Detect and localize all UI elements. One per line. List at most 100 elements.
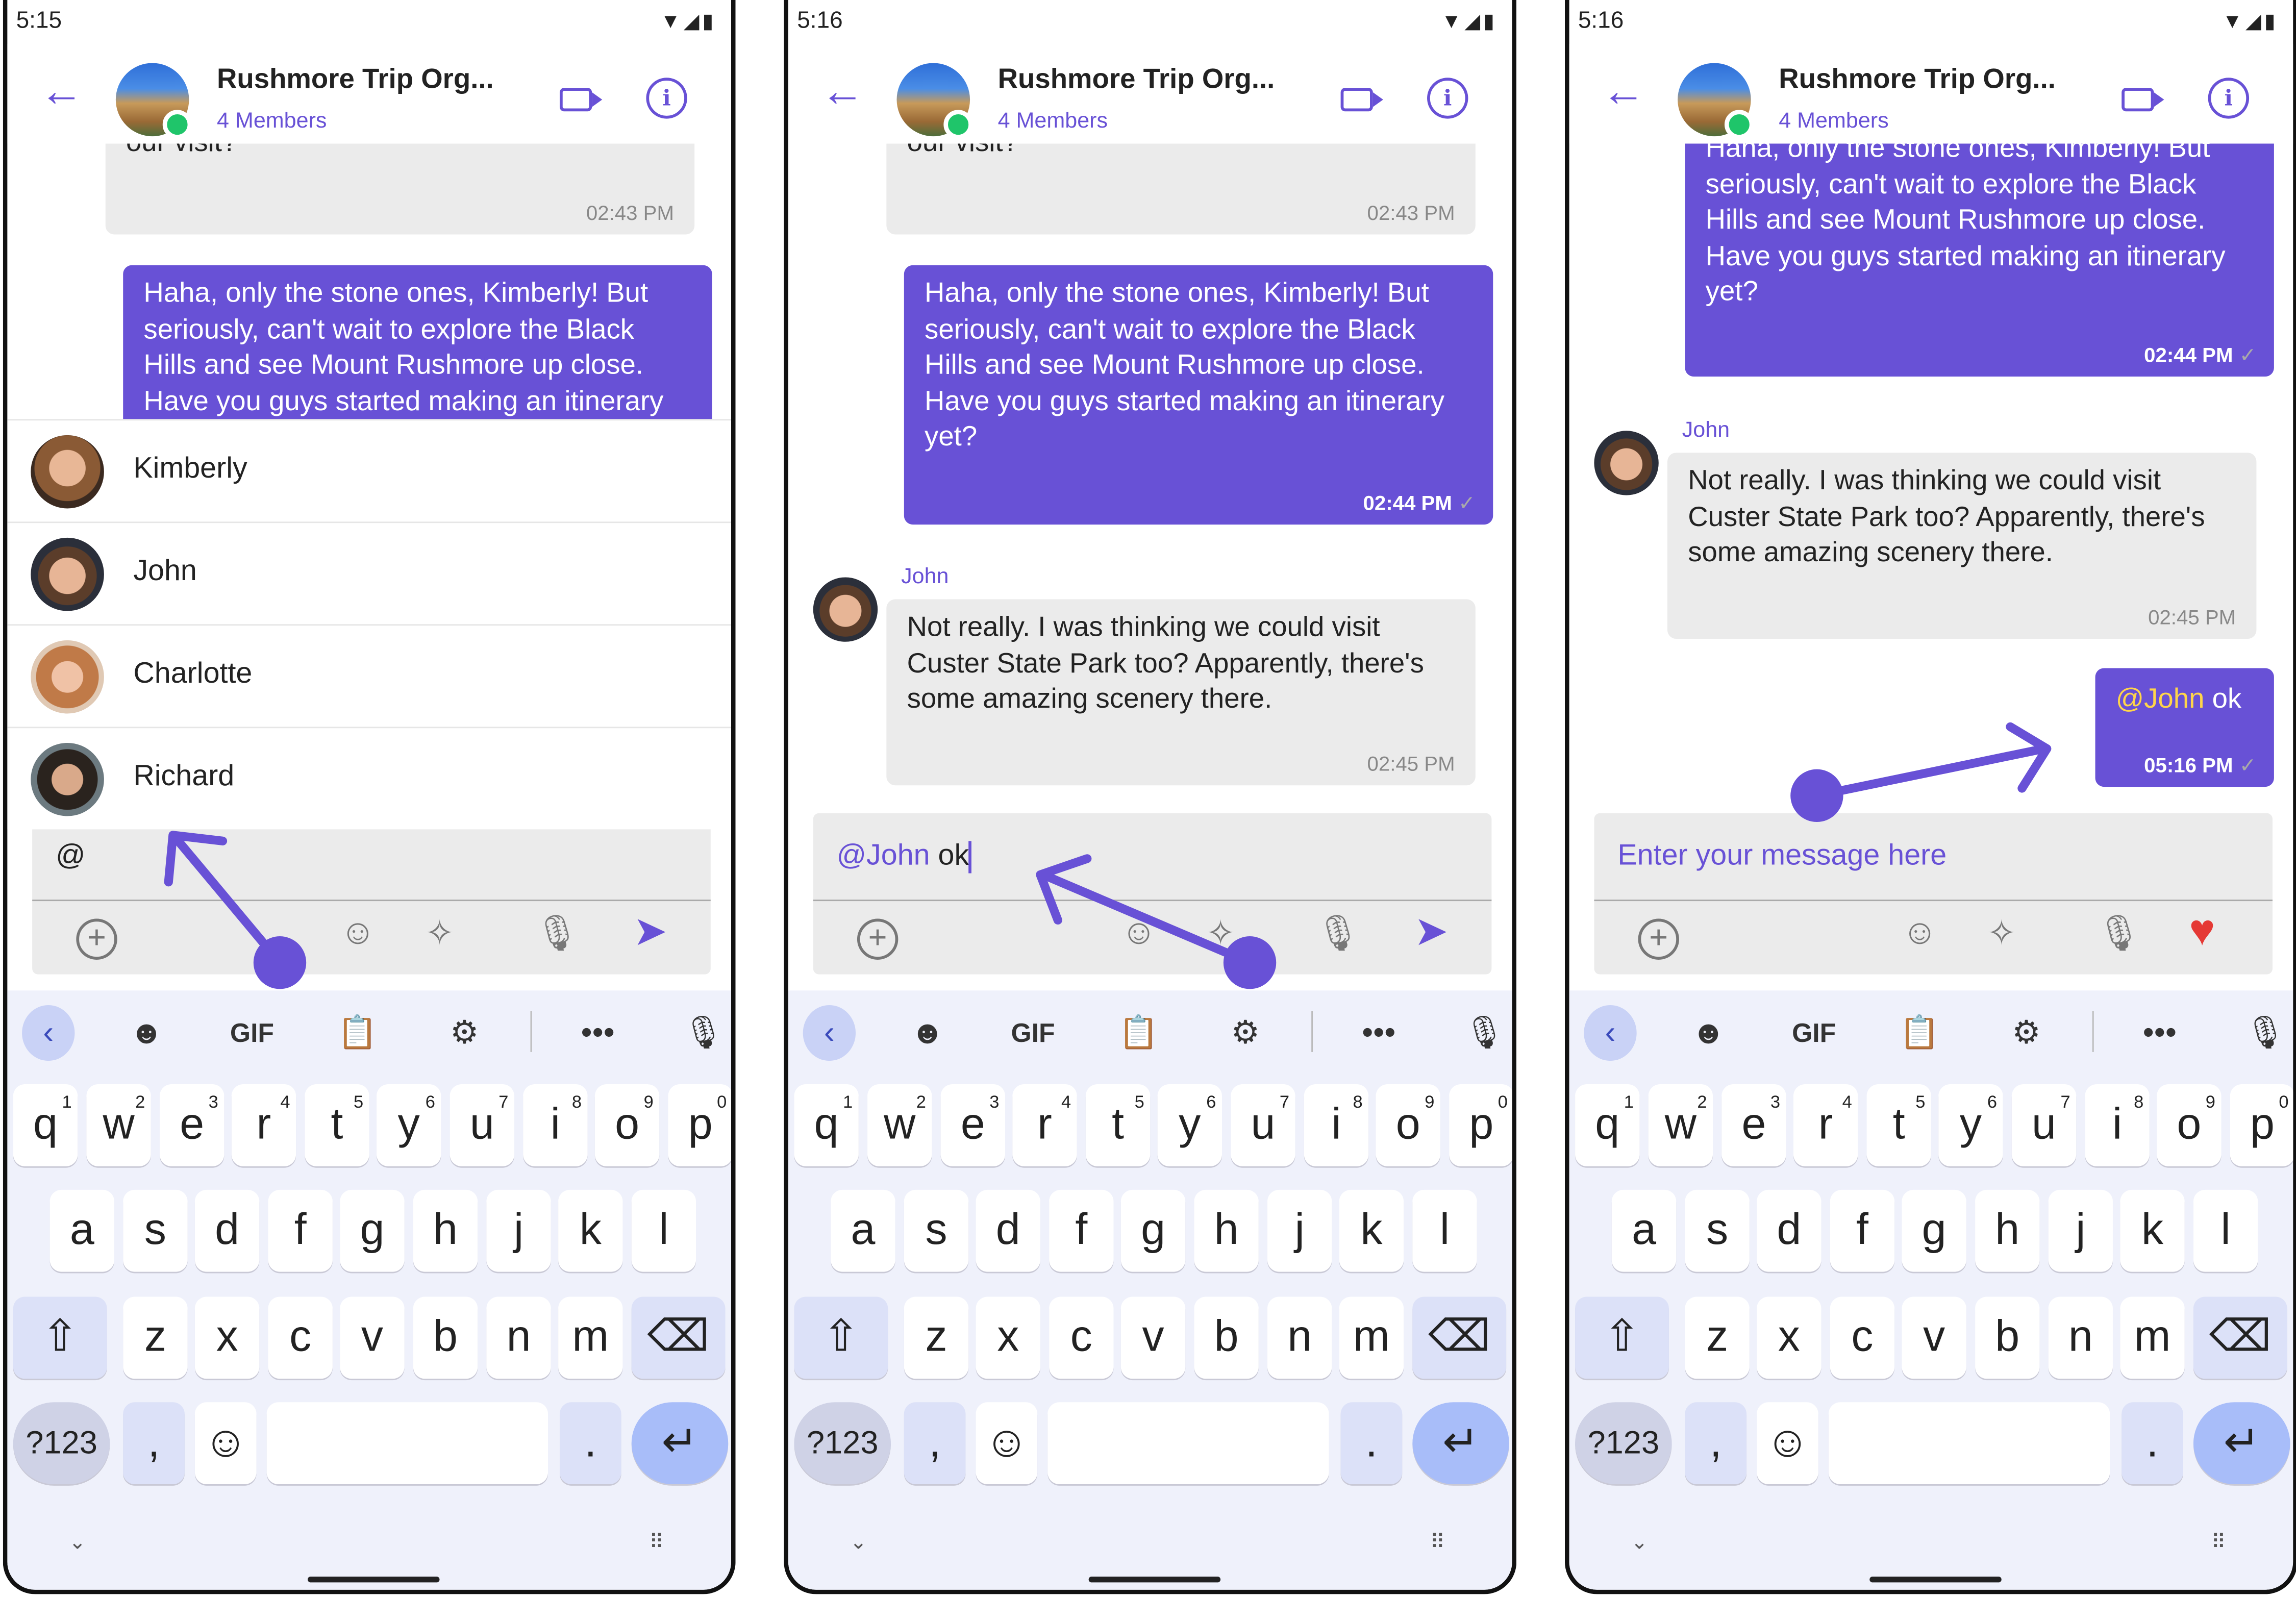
hide-keyboard-icon[interactable]: ⌄ xyxy=(69,1530,86,1555)
microphone-icon[interactable]: 🎙 xyxy=(535,913,579,955)
message-bubble-incoming[interactable]: our visit? 02:43 PM xyxy=(105,143,695,235)
home-indicator[interactable] xyxy=(308,1576,440,1583)
sticker-icon[interactable]: ☺ xyxy=(1121,913,1157,954)
key-v[interactable]: v xyxy=(1902,1296,1966,1379)
emoji-key[interactable]: ☺ xyxy=(976,1402,1038,1485)
comma-key[interactable]: , xyxy=(904,1402,966,1485)
message-input[interactable]: @John ok xyxy=(813,813,1492,902)
enter-key[interactable]: ↵ xyxy=(2193,1402,2290,1485)
emoji-key[interactable]: ☺ xyxy=(1757,1402,1818,1485)
key-u[interactable]: u7 xyxy=(450,1084,514,1166)
key-y[interactable]: y6 xyxy=(1157,1084,1222,1166)
sticker-icon[interactable]: ☻ xyxy=(1686,1005,1730,1061)
key-r[interactable]: r4 xyxy=(1793,1084,1858,1166)
message-bubble-incoming[interactable]: Not really. I was thinking we could visi… xyxy=(886,599,1476,786)
keyboard-switch-icon[interactable]: ⠿ xyxy=(2211,1530,2226,1555)
clipboard-icon[interactable]: 📋 xyxy=(1898,1005,1941,1061)
mention-item-kimberly[interactable]: Kimberly xyxy=(7,419,731,521)
space-key[interactable] xyxy=(1047,1402,1329,1485)
key-z[interactable]: z xyxy=(123,1296,188,1379)
key-t[interactable]: t5 xyxy=(1085,1084,1151,1166)
message-bubble-outgoing[interactable]: @John ok 05:16 PM ✓ xyxy=(2095,668,2274,787)
heart-reaction-icon[interactable]: ♥ xyxy=(2189,907,2215,957)
key-y[interactable]: y6 xyxy=(1938,1084,2003,1166)
space-key[interactable] xyxy=(1828,1402,2110,1485)
settings-gear-icon[interactable]: ⚙ xyxy=(1224,1005,1267,1061)
key-l[interactable]: l xyxy=(2193,1189,2258,1272)
toolbar-back-icon[interactable]: ‹ xyxy=(22,1005,75,1061)
backspace-key[interactable]: ⌫ xyxy=(1412,1296,1507,1379)
message-bubble-incoming[interactable]: Not really. I was thinking we could visi… xyxy=(1667,453,2257,639)
gif-button[interactable]: GIF xyxy=(217,1005,287,1061)
key-w[interactable]: w2 xyxy=(867,1084,932,1166)
key-d[interactable]: d xyxy=(976,1189,1040,1272)
message-bubble-outgoing[interactable]: Haha, only the stone ones, Kimberly! But… xyxy=(1685,143,2274,377)
key-v[interactable]: v xyxy=(1120,1296,1186,1379)
shift-key[interactable]: ⇧ xyxy=(13,1296,107,1379)
ai-sparkle-icon[interactable]: ✧ xyxy=(1987,913,2016,955)
avatar[interactable] xyxy=(1594,431,1659,495)
key-a[interactable]: a xyxy=(49,1189,114,1272)
space-key[interactable] xyxy=(266,1402,548,1485)
key-w[interactable]: w2 xyxy=(86,1084,151,1166)
info-icon[interactable]: i xyxy=(2208,78,2250,119)
key-o[interactable]: o9 xyxy=(1376,1084,1440,1166)
send-icon[interactable]: ➤ xyxy=(1414,907,1448,956)
ai-sparkle-icon[interactable]: ✧ xyxy=(1206,913,1235,955)
key-l[interactable]: l xyxy=(1412,1189,1477,1272)
key-p[interactable]: p0 xyxy=(2230,1084,2293,1166)
key-v[interactable]: v xyxy=(340,1296,405,1379)
key-a[interactable]: a xyxy=(1611,1189,1677,1272)
key-m[interactable]: m xyxy=(558,1296,623,1379)
sticker-icon[interactable]: ☻ xyxy=(124,1005,168,1061)
key-o[interactable]: o9 xyxy=(594,1084,660,1166)
key-x[interactable]: x xyxy=(1757,1296,1821,1379)
symbols-key[interactable]: ?123 xyxy=(1575,1402,1672,1485)
key-g[interactable]: g xyxy=(1902,1189,1966,1272)
key-a[interactable]: a xyxy=(831,1189,895,1272)
key-e[interactable]: e3 xyxy=(1721,1084,1786,1166)
period-key[interactable]: . xyxy=(1340,1402,1403,1485)
message-bubble-outgoing[interactable]: Haha, only the stone ones, Kimberly! But… xyxy=(904,265,1493,525)
ai-sparkle-icon[interactable]: ✧ xyxy=(425,913,455,955)
key-c[interactable]: c xyxy=(1049,1296,1114,1379)
key-t[interactable]: t5 xyxy=(305,1084,369,1166)
key-x[interactable]: x xyxy=(194,1296,260,1379)
microphone-icon[interactable]: 🎙 xyxy=(2097,913,2141,955)
key-x[interactable]: x xyxy=(976,1296,1040,1379)
key-r[interactable]: r4 xyxy=(231,1084,296,1166)
mention-item-john[interactable]: John xyxy=(7,521,731,624)
shift-key[interactable]: ⇧ xyxy=(1575,1296,1669,1379)
key-i[interactable]: i8 xyxy=(523,1084,588,1166)
gif-button[interactable]: GIF xyxy=(998,1005,1068,1061)
key-p[interactable]: p0 xyxy=(1449,1084,1512,1166)
period-key[interactable]: . xyxy=(2122,1402,2183,1485)
key-h[interactable]: h xyxy=(1194,1189,1259,1272)
key-j[interactable]: j xyxy=(2048,1189,2113,1272)
key-m[interactable]: m xyxy=(2120,1296,2185,1379)
sticker-icon[interactable]: ☺ xyxy=(1902,913,1937,954)
send-icon[interactable]: ➤ xyxy=(633,907,667,956)
comma-key[interactable]: , xyxy=(123,1402,185,1485)
key-b[interactable]: b xyxy=(413,1296,478,1379)
more-icon[interactable]: ••• xyxy=(2133,1005,2186,1061)
key-e[interactable]: e3 xyxy=(940,1084,1005,1166)
key-k[interactable]: k xyxy=(1339,1189,1404,1272)
key-i[interactable]: i8 xyxy=(1304,1084,1369,1166)
backspace-key[interactable]: ⌫ xyxy=(2193,1296,2287,1379)
home-indicator[interactable] xyxy=(1088,1576,1221,1583)
comma-key[interactable]: , xyxy=(1685,1402,1747,1485)
key-z[interactable]: z xyxy=(1685,1296,1750,1379)
emoji-key[interactable]: ☺ xyxy=(194,1402,257,1485)
back-arrow-icon[interactable]: ← xyxy=(1602,69,1645,114)
key-q[interactable]: q1 xyxy=(794,1084,859,1166)
key-s[interactable]: s xyxy=(904,1189,969,1272)
key-c[interactable]: c xyxy=(1830,1296,1895,1379)
add-attachment-icon[interactable]: + xyxy=(76,918,117,960)
key-k[interactable]: k xyxy=(558,1189,623,1272)
key-q[interactable]: q1 xyxy=(13,1084,78,1166)
key-f[interactable]: f xyxy=(1830,1189,1895,1272)
key-f[interactable]: f xyxy=(1049,1189,1114,1272)
back-arrow-icon[interactable]: ← xyxy=(40,69,84,114)
key-z[interactable]: z xyxy=(904,1296,969,1379)
